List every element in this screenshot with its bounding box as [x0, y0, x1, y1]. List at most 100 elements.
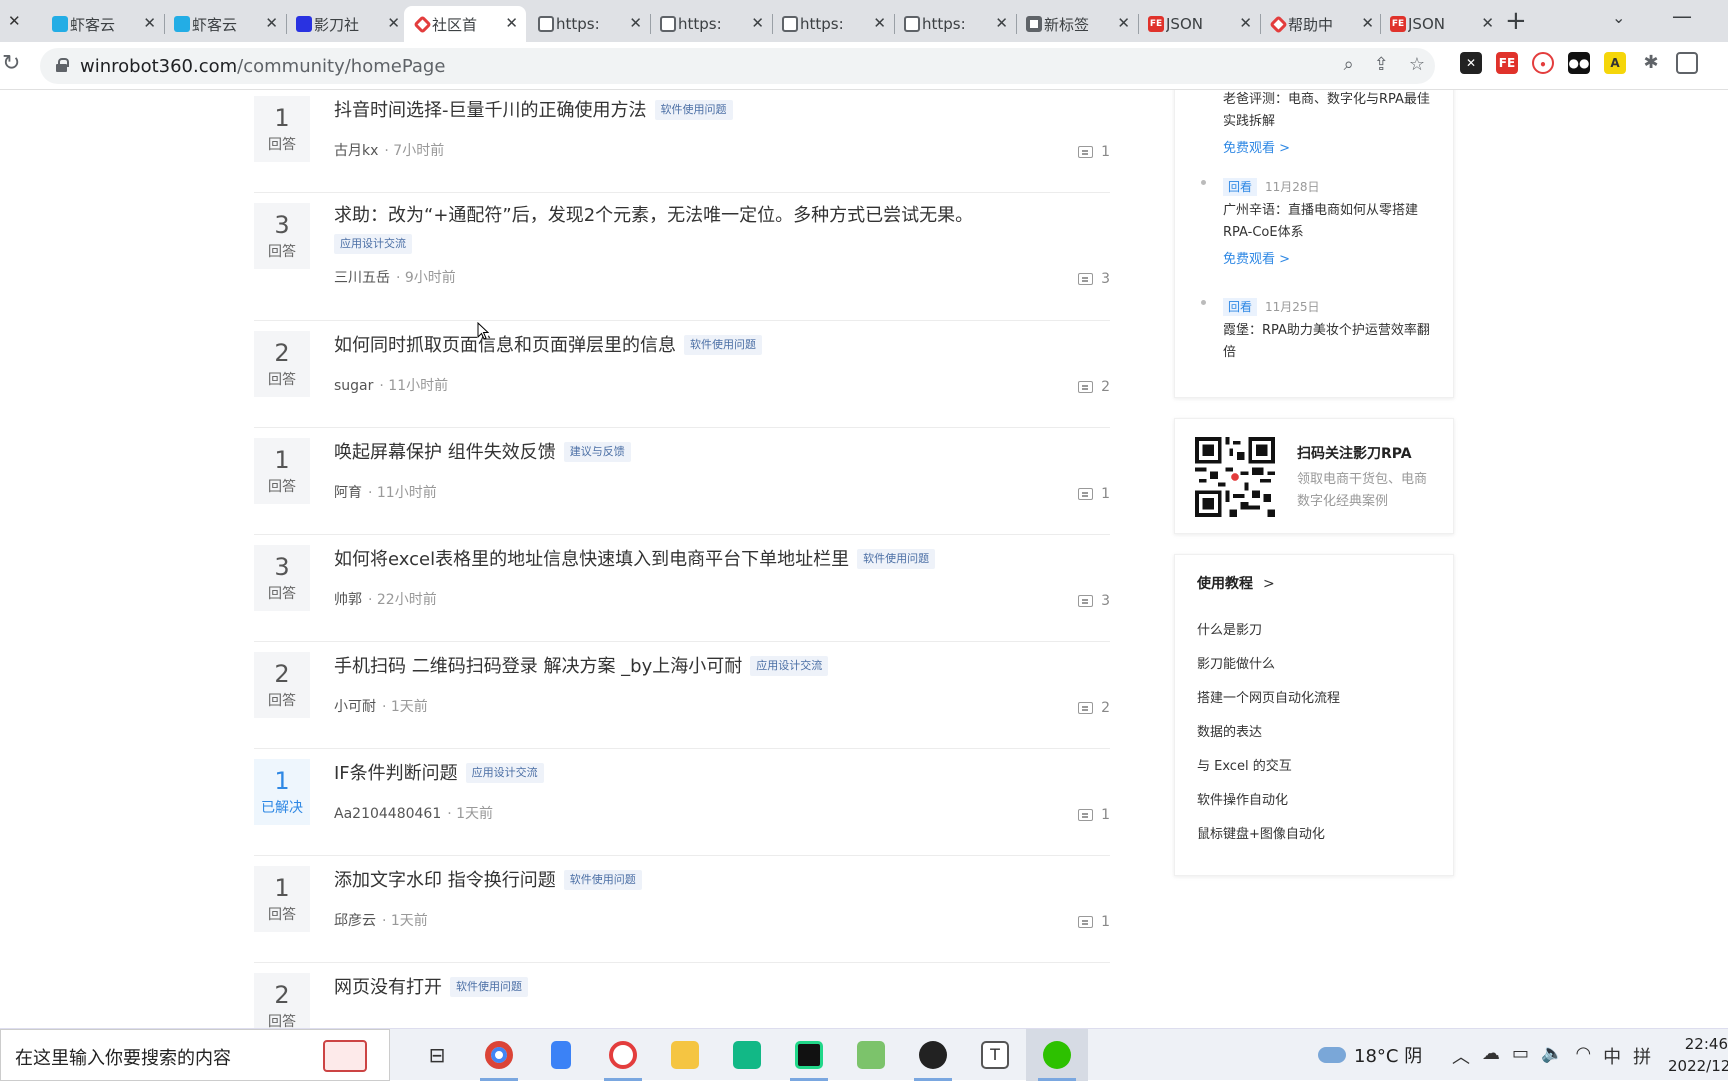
question-title[interactable]: 网页没有打开 软件使用问题	[334, 973, 528, 999]
weather-widget[interactable]: 18°C 阴	[1318, 1042, 1422, 1068]
show-hidden-icons-chevron-icon[interactable]: ︿	[1452, 1043, 1470, 1069]
onedrive-cloud-icon[interactable]: ☁	[1482, 1043, 1500, 1069]
question-tag[interactable]: 软件使用问题	[684, 335, 762, 355]
question-item[interactable]: 2 回答 手机扫码 二维码扫码登录 解决方案 _by上海小可耐 应用设计交流 小可…	[254, 642, 1110, 749]
live-title[interactable]: 老爸评测：电商、数字化与RPA最佳实践拆解	[1223, 90, 1433, 133]
translate-extension-icon[interactable]: A	[1604, 52, 1626, 74]
tutorial-heading[interactable]: 使用教程	[1197, 576, 1253, 592]
browser-tab-9[interactable]: 新标签 ✕	[1016, 6, 1138, 42]
close-icon[interactable]: ✕	[873, 14, 886, 32]
tutorial-link[interactable]: 影刀能做什么	[1197, 653, 1340, 687]
question-tag[interactable]: 应用设计交流	[465, 763, 544, 783]
ime-language-indicator[interactable]: 中	[1603, 1043, 1621, 1069]
tab-close-icon[interactable]: ✕	[8, 12, 21, 30]
browser-tab-2[interactable]: 虾客云 ✕	[164, 6, 286, 42]
question-title[interactable]: 求助：改为“+通配符”后，发现2个元素，无法唯一定位。多种方式已尝试无果。 应用设…	[334, 203, 1054, 255]
side-panel-icon[interactable]	[1676, 52, 1698, 74]
close-icon[interactable]: ✕	[265, 14, 278, 32]
question-title[interactable]: IF条件判断问题 应用设计交流	[334, 759, 544, 785]
close-icon[interactable]: ✕	[1481, 14, 1494, 32]
file-explorer-icon[interactable]	[654, 1029, 716, 1081]
task-view-icon[interactable]: ⊟	[406, 1029, 468, 1081]
wechat-icon[interactable]	[1026, 1029, 1088, 1081]
question-tag[interactable]: 应用设计交流	[750, 656, 829, 676]
winrobot-extension-icon[interactable]: •	[1532, 52, 1554, 74]
question-title-text[interactable]: 如何同时抓取页面信息和页面弹层里的信息	[334, 335, 676, 356]
tampermonkey-extension-icon[interactable]: ●●	[1568, 52, 1590, 74]
puzzle-extensions-icon[interactable]: ✱	[1640, 52, 1662, 74]
question-item[interactable]: 1 回答 唤起屏幕保护 组件失效反馈 建议与反馈 阿育 · 11小时前 1	[254, 428, 1110, 535]
winrobot-taskbar-icon[interactable]	[592, 1029, 654, 1081]
question-title[interactable]: 抖音时间选择-巨量千川的正确使用方法 软件使用问题	[334, 96, 733, 122]
bookmark-star-icon[interactable]: ☆	[1409, 54, 1425, 75]
tutorial-link[interactable]: 与 Excel 的交互	[1197, 755, 1340, 789]
comment-count[interactable]: 1	[1078, 486, 1110, 502]
taskbar-search-placeholder[interactable]: 在这里输入你要搜索的内容	[15, 1044, 231, 1070]
chrome-taskbar-icon[interactable]	[468, 1029, 530, 1081]
mindmaster-icon[interactable]	[716, 1029, 778, 1081]
taskbar-clock[interactable]: 22:46 2022/12	[1668, 1033, 1728, 1077]
minimize-window-button[interactable]: —	[1672, 4, 1692, 28]
close-icon[interactable]: ✕	[505, 14, 518, 32]
close-icon[interactable]: ✕	[1117, 14, 1130, 32]
live-item[interactable]: 回看 11月28日 广州辛语：直播电商如何从零搭建RPA-CoE体系 免费观看 >	[1201, 176, 1433, 267]
question-item[interactable]: 3 回答 如何将excel表格里的地址信息快速填入到电商平台下单地址栏里 软件使用…	[254, 535, 1110, 642]
taskbar-search-box[interactable]: 在这里输入你要搜索的内容	[0, 1029, 390, 1081]
close-icon[interactable]: ✕	[387, 14, 400, 32]
author-name[interactable]: sugar	[334, 378, 373, 394]
question-tag[interactable]: 软件使用问题	[654, 100, 733, 120]
question-item[interactable]: 2 回答 如何同时抓取页面信息和页面弹层里的信息 软件使用问题 sugar · 11…	[254, 321, 1110, 428]
author-name[interactable]: 阿育	[334, 485, 362, 501]
comment-count[interactable]: 1	[1078, 807, 1110, 823]
question-item[interactable]: 3 回答 求助：改为“+通配符”后，发现2个元素，无法唯一定位。多种方式已尝试无…	[254, 193, 1110, 321]
url-text[interactable]: winrobot360.com/community/homePage	[80, 56, 445, 77]
close-icon[interactable]: ✕	[751, 14, 764, 32]
close-icon[interactable]: ✕	[1361, 14, 1374, 32]
question-item[interactable]: 1 回答 抖音时间选择-巨量千川的正确使用方法 软件使用问题 古月kx · 7小时前…	[254, 90, 1110, 193]
browser-tab-active[interactable]: 社区首 ✕	[404, 6, 526, 42]
author-name[interactable]: 帅郭	[334, 592, 362, 608]
question-title-text[interactable]: 网页没有打开	[334, 977, 442, 998]
author-name[interactable]: 三川五岳	[334, 270, 390, 286]
question-title[interactable]: 添加文字水印 指令换行问题 软件使用问题	[334, 866, 642, 892]
tutorial-link[interactable]: 鼠标键盘+图像自动化	[1197, 823, 1340, 857]
calendar-doodle-icon[interactable]	[323, 1040, 367, 1072]
lock-icon[interactable]	[56, 58, 69, 72]
close-icon[interactable]: ✕	[995, 14, 1008, 32]
volume-icon[interactable]: 🔈	[1541, 1043, 1563, 1069]
close-icon[interactable]: ✕	[143, 14, 156, 32]
author-name[interactable]: 邱彦云	[334, 913, 376, 929]
watch-free-link[interactable]: 免费观看 >	[1223, 248, 1433, 267]
live-item[interactable]: 回看 11月25日 霞堡：RPA助力美妆个护运营效率翻倍	[1201, 296, 1433, 364]
live-title[interactable]: 广州辛语：直播电商如何从零搭建RPA-CoE体系	[1223, 200, 1433, 244]
reload-icon[interactable]: ↻	[2, 51, 20, 76]
question-title-text[interactable]: 添加文字水印 指令换行问题	[334, 870, 556, 891]
comment-count[interactable]: 2	[1078, 379, 1110, 395]
question-title-text[interactable]: 手机扫码 二维码扫码登录 解决方案 _by上海小可耐	[334, 656, 742, 677]
comment-count[interactable]: 3	[1078, 271, 1110, 287]
comment-count[interactable]: 1	[1078, 144, 1110, 160]
wifi-icon[interactable]: ◠	[1575, 1043, 1591, 1069]
question-tag[interactable]: 软件使用问题	[450, 977, 528, 997]
question-title-text[interactable]: 求助：改为“+通配符”后，发现2个元素，无法唯一定位。多种方式已尝试无果。	[334, 205, 973, 226]
fe-extension-icon[interactable]: FE	[1496, 52, 1518, 74]
question-title-text[interactable]: 抖音时间选择-巨量千川的正确使用方法	[334, 100, 647, 121]
browser-tab-8[interactable]: https: ✕	[894, 6, 1016, 42]
question-title[interactable]: 唤起屏幕保护 组件失效反馈 建议与反馈	[334, 438, 631, 464]
question-title[interactable]: 手机扫码 二维码扫码登录 解决方案 _by上海小可耐 应用设计交流	[334, 652, 829, 678]
question-tag[interactable]: 应用设计交流	[334, 234, 412, 254]
tutorial-heading-link[interactable]: 使用教程 >	[1197, 573, 1275, 593]
live-item[interactable]: 老爸评测：电商、数字化与RPA最佳实践拆解 免费观看 >	[1223, 90, 1433, 156]
new-tab-button[interactable]: +	[1505, 6, 1527, 36]
browser-tab-7[interactable]: https: ✕	[772, 6, 894, 42]
comment-count[interactable]: 2	[1078, 700, 1110, 716]
browser-tab-3[interactable]: 影刀社 ✕	[286, 6, 408, 42]
question-item[interactable]: 2 回答 网页没有打开 软件使用问题	[254, 963, 1110, 1028]
watch-free-link[interactable]: 免费观看 >	[1223, 137, 1433, 156]
question-tag[interactable]: 软件使用问题	[857, 549, 936, 569]
pycharm-icon[interactable]	[778, 1029, 840, 1081]
browser-tab-11[interactable]: 帮助中 ✕	[1260, 6, 1382, 42]
x-extension-icon[interactable]: ✕	[1460, 52, 1482, 74]
comment-count[interactable]: 1	[1078, 914, 1110, 930]
zoom-icon[interactable]: ⌕	[1344, 54, 1354, 75]
